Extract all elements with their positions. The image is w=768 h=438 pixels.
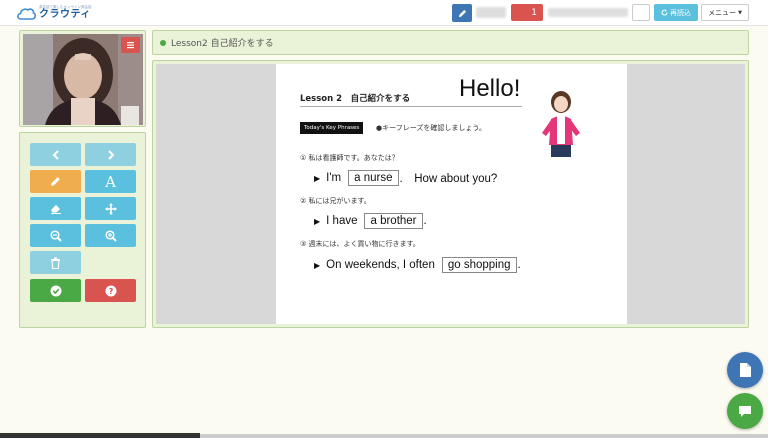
move-arrows-icon	[104, 202, 117, 215]
next-page-button[interactable]	[85, 143, 136, 166]
phrase-en-3: ▶ On weekends, I often go shopping .	[314, 257, 521, 273]
menu-label: メニュー	[708, 8, 737, 17]
zoom-in-button[interactable]	[85, 224, 136, 247]
phrase-jp-3: ③ 週末には、よく買い物に行きます。	[300, 240, 420, 248]
logo[interactable]: 英会話で楽しむオンライン英会話 クラウティ	[16, 3, 92, 23]
phrase-en-1-pre: I'm	[326, 172, 342, 184]
whiteboard-canvas[interactable]: Lesson 2 自己紹介をする Hello! Today's Key Phra…	[156, 64, 745, 324]
pen-tool-button[interactable]	[30, 170, 81, 193]
logo-name: クラウティ	[39, 9, 91, 21]
whiteboard-panel: Lesson 2 自己紹介をする Hello! Today's Key Phra…	[152, 60, 749, 328]
phrase-en-3-post: .	[517, 259, 521, 271]
reload-label: 再読込	[670, 8, 691, 17]
girl-illustration	[542, 91, 580, 157]
help-button[interactable]: ?	[85, 279, 136, 302]
webcam-video	[23, 34, 143, 125]
svg-text:?: ?	[108, 287, 113, 296]
cloud-logo-icon	[17, 7, 36, 20]
phrase-en-2-pre: I have	[326, 215, 358, 227]
document-icon	[740, 363, 751, 377]
lesson-slide: Lesson 2 自己紹介をする Hello! Today's Key Phra…	[276, 64, 627, 324]
trash-icon	[51, 257, 60, 269]
taskbar-strip	[0, 433, 200, 438]
scrollbar-track	[200, 434, 768, 438]
zoom-in-icon	[104, 229, 117, 242]
slide-hello: Hello!	[459, 75, 521, 102]
caret-down-icon: ▼	[738, 9, 742, 16]
status-text-blurred	[548, 8, 628, 17]
top-header: 英会話で楽しむオンライン英会話 クラウティ 1 再読込 メニュー ▼	[0, 0, 768, 26]
phrase-en-2-post: .	[423, 215, 427, 227]
refresh-icon	[661, 9, 668, 16]
toggle-button[interactable]	[632, 4, 650, 21]
phrase-en-1: ▶ I'm a nurse . How about you?	[314, 170, 497, 186]
phrase-jp-2: ② 私には兄がいます。	[300, 197, 371, 205]
status-dot-icon	[160, 39, 166, 46]
zoom-out-button[interactable]	[30, 224, 81, 247]
badge-count: 1	[531, 7, 537, 18]
video-panel	[19, 30, 146, 127]
pencil-icon	[51, 177, 60, 186]
chevron-right-icon	[107, 149, 114, 160]
phrase-en-2-box: a brother	[364, 213, 423, 229]
phrase-en-2: ▶ I have a brother .	[314, 213, 427, 229]
edit-button[interactable]	[452, 4, 472, 22]
lesson-title-bar: Lesson2 自己紹介をする	[152, 30, 749, 55]
slide-lesson-heading: Lesson 2 自己紹介をする	[300, 94, 411, 104]
document-button[interactable]	[727, 352, 763, 388]
phrase-en-1-box: a nurse	[348, 170, 399, 186]
chevron-left-icon	[52, 149, 59, 160]
chat-icon	[739, 405, 751, 417]
user-info-blurred	[476, 7, 506, 18]
menu-lines-icon	[127, 42, 134, 49]
text-tool-button[interactable]: A	[85, 170, 136, 193]
slide-heading-divider	[300, 106, 522, 107]
lesson-title: Lesson2 自己紹介をする	[171, 39, 274, 49]
pencil-icon	[458, 9, 466, 17]
notification-badge[interactable]: 1	[511, 4, 543, 21]
arrow-icon: ▶	[314, 173, 321, 183]
phrase-en-1-post: . How about you?	[399, 173, 498, 185]
zoom-out-icon	[49, 229, 62, 242]
arrow-icon: ▶	[314, 216, 321, 226]
phrase-jp-1: ① 私は看護師です。あなたは？	[300, 154, 399, 162]
key-phrases-instruction: ●キーフレーズを確認しましょう。	[376, 124, 486, 132]
menu-dropdown[interactable]: メニュー ▼	[701, 4, 749, 21]
text-a-icon: A	[105, 172, 116, 191]
move-tool-button[interactable]	[85, 197, 136, 220]
video-settings-button[interactable]	[121, 37, 140, 53]
whiteboard-toolbox: A ?	[19, 132, 146, 328]
eraser-icon	[50, 205, 61, 214]
reload-button[interactable]: 再読込	[654, 4, 698, 21]
delete-button[interactable]	[30, 251, 81, 274]
prev-page-button[interactable]	[30, 143, 81, 166]
chat-button[interactable]	[727, 393, 763, 429]
arrow-icon: ▶	[314, 260, 321, 270]
confirm-button[interactable]	[30, 279, 81, 302]
eraser-tool-button[interactable]	[30, 197, 81, 220]
key-phrases-label: Today's Key Phrases	[300, 122, 364, 134]
phrase-en-3-box: go shopping	[441, 257, 517, 273]
check-circle-icon	[50, 285, 61, 296]
question-circle-icon: ?	[105, 285, 116, 296]
phrase-en-3-pre: On weekends, I often	[326, 259, 435, 271]
